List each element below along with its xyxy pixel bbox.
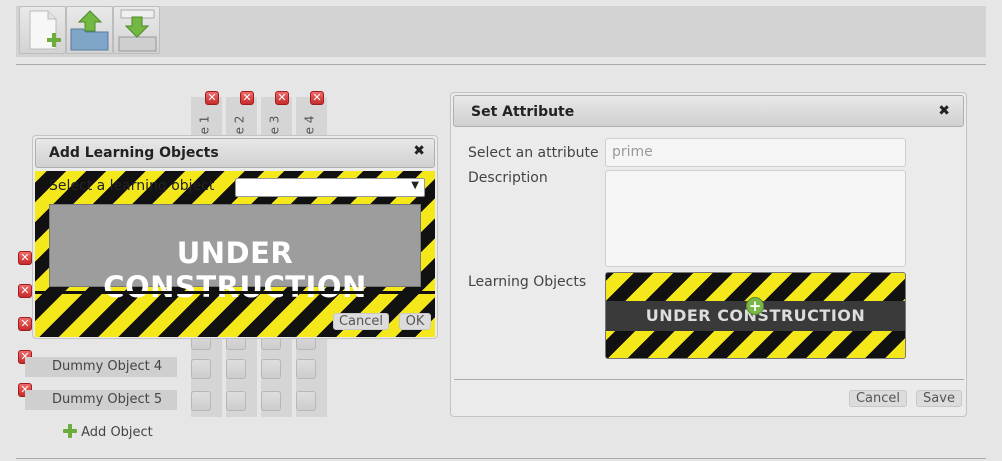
cancel-button[interactable]: Cancel: [333, 313, 389, 330]
description-field[interactable]: [605, 170, 906, 267]
remove-row-icon[interactable]: ✕: [18, 251, 32, 265]
save-disk-button[interactable]: [113, 6, 160, 54]
remove-column-icon[interactable]: ✕: [240, 91, 254, 105]
dialog-title-text: Add Learning Objects: [49, 145, 219, 161]
footer-separator: [454, 379, 964, 380]
ok-button[interactable]: OK: [399, 313, 431, 330]
description-label: Description: [468, 170, 548, 186]
close-icon[interactable]: ✖: [938, 103, 950, 119]
close-icon[interactable]: ✖: [413, 143, 425, 159]
matrix-cell[interactable]: [226, 391, 246, 411]
top-separator: [16, 64, 986, 65]
object-row: Dummy Object 4: [25, 357, 177, 377]
object-name: Dummy Object 4: [52, 359, 163, 374]
matrix-cell[interactable]: [261, 359, 281, 379]
matrix-cell[interactable]: [191, 359, 211, 379]
matrix-cell[interactable]: [261, 391, 281, 411]
add-learning-objects-dialog: Add Learning Objects ✖ UNDER CONSTRUCTIO…: [32, 135, 438, 339]
object-name: Dummy Object 5: [52, 392, 163, 407]
banner-divider: [35, 291, 435, 294]
learning-objects-banner: UNDER CONSTRUCTION +: [605, 272, 906, 359]
toolbar: [16, 6, 986, 57]
dialog-title: Set Attribute: [453, 95, 964, 127]
learning-object-select[interactable]: ▼: [235, 178, 425, 197]
set-attribute-dialog: Set Attribute ✖ Select an attribute prim…: [450, 92, 967, 417]
open-folder-button[interactable]: [66, 6, 113, 54]
matrix-cell[interactable]: [296, 391, 316, 411]
save-button[interactable]: Save: [916, 390, 962, 407]
cancel-button[interactable]: Cancel: [849, 390, 907, 407]
remove-column-icon[interactable]: ✕: [275, 91, 289, 105]
object-row: Dummy Object 5: [25, 390, 177, 410]
matrix-cell[interactable]: [226, 359, 246, 379]
matrix-cell[interactable]: [191, 391, 211, 411]
add-object-button[interactable]: Add Object: [63, 424, 153, 440]
upload-folder-icon: [70, 10, 109, 51]
dialog-title-text: Set Attribute: [471, 104, 575, 120]
learning-objects-label: Learning Objects: [468, 274, 587, 290]
add-learning-object-icon[interactable]: +: [746, 297, 764, 315]
chevron-down-icon: ▼: [411, 180, 419, 191]
remove-row-icon[interactable]: ✕: [18, 317, 32, 331]
remove-row-icon[interactable]: ✕: [18, 284, 32, 298]
remove-column-icon[interactable]: ✕: [205, 91, 219, 105]
add-icon: [63, 424, 77, 438]
add-object-label: Add Object: [81, 425, 153, 440]
download-disk-icon: [118, 9, 157, 52]
attribute-label: Select an attribute: [468, 145, 599, 161]
bottom-separator: [16, 458, 986, 459]
remove-column-icon[interactable]: ✕: [310, 91, 324, 105]
matrix-cell[interactable]: [296, 359, 316, 379]
new-file-button[interactable]: [19, 6, 66, 54]
new-file-icon: [29, 10, 61, 50]
attribute-field[interactable]: prime: [605, 138, 906, 167]
dialog-title: Add Learning Objects: [35, 138, 435, 168]
select-label: Select a learning object: [49, 178, 215, 194]
